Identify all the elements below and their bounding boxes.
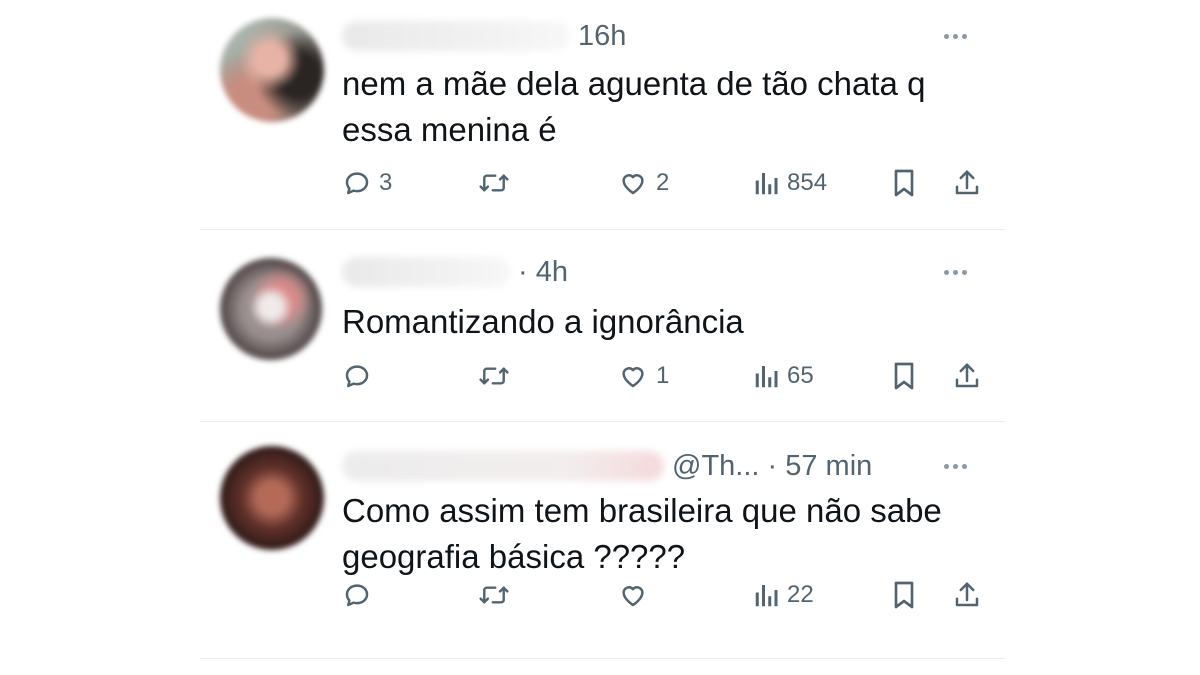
view-count: 65 bbox=[787, 362, 814, 389]
action-bar: 3 2 854 bbox=[342, 163, 987, 203]
action-bar: 22 bbox=[342, 575, 987, 615]
reply-header: · 4h bbox=[342, 252, 975, 292]
speech-bubble-icon bbox=[345, 172, 369, 195]
bar-chart-icon bbox=[755, 366, 778, 388]
share-upload-icon bbox=[955, 170, 979, 195]
bookmark-icon bbox=[894, 581, 914, 609]
more-options-icon[interactable] bbox=[935, 24, 975, 48]
heart-icon bbox=[622, 174, 644, 195]
speech-bubble-icon bbox=[345, 584, 369, 607]
heart-icon bbox=[622, 367, 644, 388]
more-options-icon[interactable] bbox=[935, 260, 975, 284]
reply-text: Como assim tem brasileira que não sabe g… bbox=[342, 492, 942, 575]
replies-feed: 16h nem a mãe dela aguenta de tão chata … bbox=[200, 0, 1005, 659]
like-button[interactable]: 1 bbox=[617, 356, 669, 396]
reply-button[interactable] bbox=[342, 356, 379, 396]
view-count: 854 bbox=[787, 169, 828, 196]
like-button[interactable] bbox=[617, 575, 656, 615]
handle-and-timestamp[interactable]: @Th... · 57 min bbox=[672, 450, 872, 483]
views-button[interactable]: 854 bbox=[754, 163, 827, 203]
share-button[interactable] bbox=[952, 575, 982, 615]
like-count: 1 bbox=[656, 362, 670, 389]
retweet-arrows-icon bbox=[479, 174, 509, 192]
like-count: 2 bbox=[656, 169, 670, 196]
reply-item[interactable]: @Th... · 57 min Como assim tem brasileir… bbox=[200, 422, 1005, 659]
reply-header: @Th... · 57 min bbox=[342, 446, 975, 486]
share-upload-icon bbox=[955, 582, 979, 607]
bookmark-icon bbox=[894, 362, 914, 390]
reply-button[interactable] bbox=[342, 575, 379, 615]
avatar[interactable] bbox=[220, 446, 324, 550]
blurred-username[interactable] bbox=[342, 21, 570, 51]
retweet-arrows-icon bbox=[479, 367, 509, 385]
views-button[interactable]: 65 bbox=[754, 356, 814, 396]
share-button[interactable] bbox=[952, 163, 982, 203]
reply-item[interactable]: 16h nem a mãe dela aguenta de tão chata … bbox=[200, 0, 1005, 230]
retweet-button[interactable] bbox=[477, 163, 511, 203]
more-options-icon[interactable] bbox=[935, 454, 975, 478]
bookmark-icon bbox=[894, 169, 914, 197]
speech-bubble-icon bbox=[345, 365, 369, 388]
retweet-arrows-icon bbox=[479, 586, 509, 604]
retweet-button[interactable] bbox=[477, 356, 511, 396]
share-button[interactable] bbox=[952, 356, 982, 396]
reply-button[interactable]: 3 bbox=[342, 163, 392, 203]
share-upload-icon bbox=[955, 363, 979, 388]
like-button[interactable]: 2 bbox=[617, 163, 669, 203]
heart-icon bbox=[622, 586, 644, 607]
bookmark-button[interactable] bbox=[890, 356, 918, 396]
bookmark-button[interactable] bbox=[890, 163, 918, 203]
avatar[interactable] bbox=[220, 258, 322, 360]
action-bar: 1 65 bbox=[342, 356, 987, 396]
retweet-button[interactable] bbox=[477, 575, 511, 615]
reply-header: 16h bbox=[342, 16, 975, 56]
reply-count: 3 bbox=[379, 169, 393, 196]
reply-item[interactable]: · 4h Romantizando a ignorância 1 65 bbox=[200, 230, 1005, 422]
bar-chart-icon bbox=[755, 173, 778, 195]
bookmark-button[interactable] bbox=[890, 575, 918, 615]
blurred-username[interactable] bbox=[342, 451, 664, 481]
reply-text: nem a mãe dela aguenta de tão chata q es… bbox=[342, 65, 926, 148]
views-button[interactable]: 22 bbox=[754, 575, 814, 615]
blurred-username[interactable] bbox=[342, 257, 510, 287]
timestamp[interactable]: · 4h bbox=[518, 256, 568, 289]
reply-text: Romantizando a ignorância bbox=[342, 303, 744, 340]
bar-chart-icon bbox=[755, 585, 778, 607]
timestamp[interactable]: 16h bbox=[578, 20, 626, 53]
avatar[interactable] bbox=[220, 18, 324, 122]
view-count: 22 bbox=[787, 581, 814, 608]
